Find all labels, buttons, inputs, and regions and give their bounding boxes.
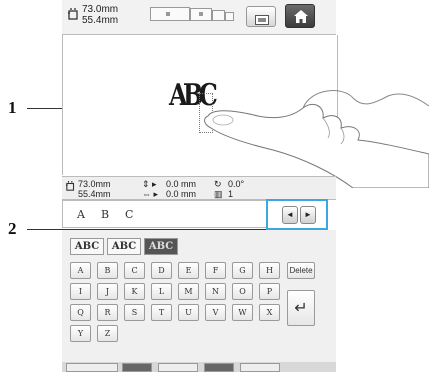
- bottom-button-3[interactable]: [158, 363, 198, 372]
- text-char-1[interactable]: A: [77, 208, 85, 221]
- callout-number-2: 2: [8, 219, 17, 238]
- image-view-button[interactable]: [246, 6, 276, 27]
- key-z[interactable]: Z: [97, 325, 118, 342]
- horizontal-offset-icon: ⇔ ▸: [142, 189, 159, 199]
- key-r[interactable]: R: [97, 304, 118, 321]
- key-x[interactable]: X: [259, 304, 280, 321]
- key-s[interactable]: S: [124, 304, 145, 321]
- info-width: 73.0mm: [78, 179, 111, 189]
- key-a[interactable]: A: [70, 262, 91, 279]
- size-width: 73.0mm: [82, 4, 119, 15]
- image-view-icon: [255, 12, 269, 30]
- text-char-3[interactable]: C: [125, 208, 133, 221]
- key-n[interactable]: N: [205, 283, 226, 300]
- embroidery-size-readout: 73.0mm 55.4mm: [82, 4, 118, 26]
- size-preview-large: [150, 7, 190, 21]
- bottom-button-strip: [62, 362, 336, 372]
- size-preview-small: [212, 10, 225, 21]
- key-l[interactable]: L: [151, 283, 172, 300]
- key-g[interactable]: G: [232, 262, 253, 279]
- bottom-button-2[interactable]: [122, 363, 152, 372]
- cursor-right-button[interactable]: ►: [300, 206, 316, 224]
- key-o[interactable]: O: [232, 283, 253, 300]
- info-vertical-offset: 0.0 mm: [166, 179, 197, 189]
- info-size-icon: [66, 181, 76, 193]
- key-p[interactable]: P: [259, 283, 280, 300]
- key-c[interactable]: C: [124, 262, 145, 279]
- size-preview-smallest: [225, 12, 234, 21]
- pointing-hand-illustration: [203, 78, 429, 188]
- font-tab-1[interactable]: ABC: [70, 238, 104, 255]
- home-icon: [294, 10, 308, 28]
- size-preview-dot: [166, 12, 170, 16]
- vertical-offset-icon: ⇕ ▸: [142, 179, 157, 189]
- info-color-count: 1: [228, 189, 234, 199]
- font-tab-3[interactable]: ABC: [144, 238, 178, 255]
- key-i[interactable]: I: [70, 283, 91, 300]
- cursor-left-button[interactable]: ◄: [282, 206, 298, 224]
- font-tab-2[interactable]: ABC: [107, 238, 141, 255]
- thread-color-icon: ▥: [214, 189, 223, 199]
- key-e[interactable]: E: [178, 262, 199, 279]
- enter-button[interactable]: ↵: [287, 290, 315, 326]
- key-q[interactable]: Q: [70, 304, 91, 321]
- text-char-2[interactable]: B: [101, 208, 109, 221]
- size-preview: [150, 7, 234, 25]
- key-f[interactable]: F: [205, 262, 226, 279]
- info-rotation: 0.0°: [228, 179, 245, 189]
- key-k[interactable]: K: [124, 283, 145, 300]
- key-y[interactable]: Y: [70, 325, 91, 342]
- embroidery-size-icon: [68, 8, 80, 23]
- size-preview-dot-2: [199, 12, 203, 16]
- key-d[interactable]: D: [151, 262, 172, 279]
- bottom-button-5[interactable]: [240, 363, 280, 372]
- rotation-icon: ↻: [214, 179, 222, 189]
- bottom-button-1[interactable]: [66, 363, 118, 372]
- key-m[interactable]: M: [178, 283, 199, 300]
- key-u[interactable]: U: [178, 304, 199, 321]
- bottom-button-4[interactable]: [204, 363, 234, 372]
- key-t[interactable]: T: [151, 304, 172, 321]
- delete-button[interactable]: Delete: [287, 262, 315, 279]
- key-v[interactable]: V: [205, 304, 226, 321]
- home-button[interactable]: [285, 4, 315, 28]
- callout-number-1: 1: [8, 98, 17, 117]
- info-horizontal-offset: 0.0 mm: [166, 189, 197, 199]
- key-h[interactable]: H: [259, 262, 280, 279]
- size-height: 55.4mm: [82, 15, 119, 26]
- info-height: 55.4mm: [78, 189, 111, 199]
- text-input-line[interactable]: A B C: [62, 200, 268, 228]
- key-j[interactable]: J: [97, 283, 118, 300]
- key-b[interactable]: B: [97, 262, 118, 279]
- key-w[interactable]: W: [232, 304, 253, 321]
- pattern-info-bar: 73.0mm 55.4mm ⇕ ▸ ⇔ ▸ 0.0 mm 0.0 mm ↻ ▥ …: [62, 176, 336, 200]
